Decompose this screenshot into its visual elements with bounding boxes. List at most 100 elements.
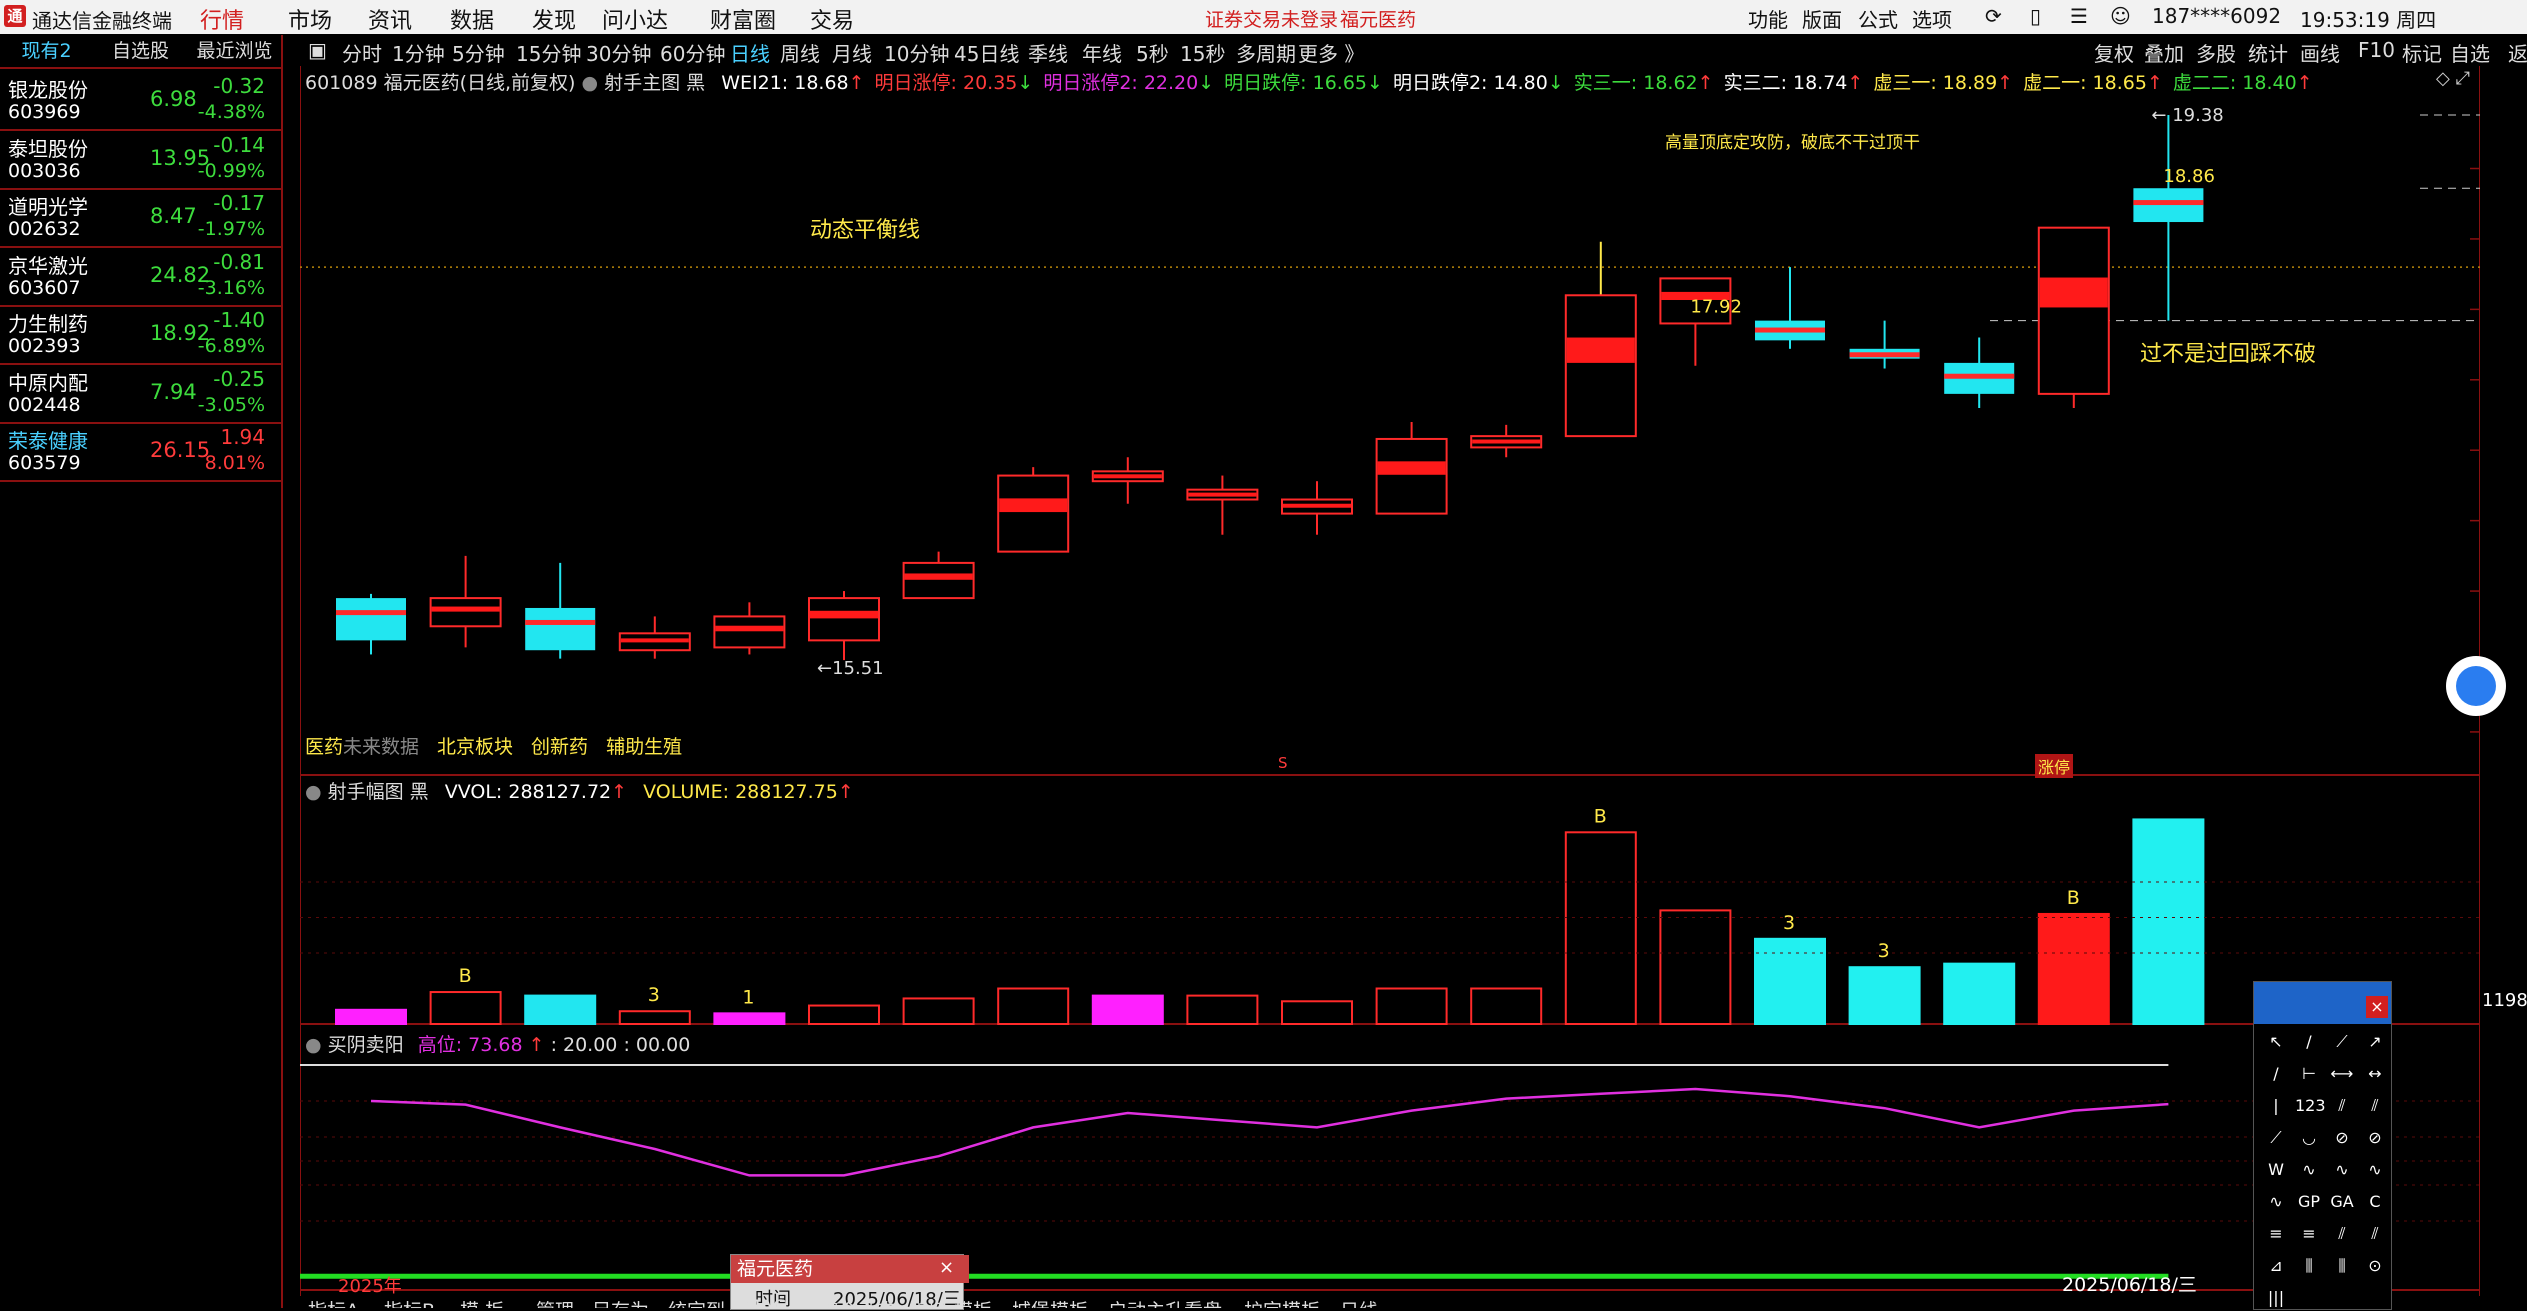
list-item[interactable]: 泰坦股份 003036 13.95 -0.14 -0.99% [0,130,281,190]
menu-item-5[interactable]: 问小达 [602,3,668,35]
period-14[interactable]: 15秒 [1180,38,1225,67]
sector-tag[interactable]: 医药 [305,736,343,758]
bottom-tab-9[interactable]: 城堡模板 [1012,1296,1088,1308]
bottom-tab-3[interactable]: 管理 [536,1296,574,1308]
layout-toggle-icon[interactable]: ▣ [308,38,327,62]
main-indicator-name[interactable]: 射手主图 黑 [604,72,705,94]
draw-tool-icon[interactable]: ∿ [2295,1160,2323,1179]
menu-item-3[interactable]: 数据 [450,3,494,35]
settings-dot-icon[interactable]: ● [305,1034,322,1056]
login-notice[interactable]: 证券交易未登录 [1205,5,1338,32]
watchlist-tab-2[interactable]: 最近浏览 [188,37,281,65]
draw-tool-icon[interactable]: C [2361,1192,2389,1211]
draw-tool-icon[interactable]: / [2262,1064,2290,1083]
bottom-tab-0[interactable]: 指标A [308,1296,359,1308]
top-right-menu-1[interactable]: 版面 [1802,4,1842,33]
period-10[interactable]: 45日线 [954,38,1019,67]
period-0[interactable]: 分时 [342,38,382,67]
draw-tool-icon[interactable]: ⟋ [2262,1128,2290,1148]
list-item[interactable]: 中原内配 002448 7.94 -0.25 -3.05% [0,364,281,424]
toolbar-2[interactable]: 多股 [2196,38,2236,67]
close-icon[interactable]: × [2366,996,2388,1018]
draw-tool-icon[interactable]: ≡ [2262,1224,2290,1243]
list-item[interactable]: 荣泰健康 603579 26.15 1.94 8.01% [0,422,281,482]
bottom-tab-11[interactable]: 护定模板 [1244,1296,1320,1308]
period-6[interactable]: 日线 [730,38,770,67]
chart-expand-icon[interactable]: ◇ ⤢ [2436,68,2470,89]
draw-tool-icon[interactable]: ⫽ [2361,1096,2389,1116]
draw-tool-icon[interactable]: ≡ [2295,1224,2323,1243]
draw-tool-icon[interactable]: ⟋ [2328,1032,2356,1052]
draw-tool-icon[interactable]: ∿ [2262,1192,2290,1211]
toolbar-6[interactable]: 标记 [2402,38,2442,67]
draw-tool-icon[interactable]: ↔ [2361,1064,2389,1083]
watchlist-tab-0[interactable]: 现有2 [0,37,93,65]
toolbar-1[interactable]: 叠加 [2144,38,2184,67]
top-right-menu-2[interactable]: 公式 [1858,4,1898,33]
account-id[interactable]: 187****6092 [2152,4,2281,28]
draw-tool-icon[interactable]: ↗ [2361,1032,2389,1051]
bottom-tab-5[interactable]: 统定到 [668,1296,725,1308]
draw-tool-icon[interactable]: GP [2295,1192,2323,1211]
period-8[interactable]: 月线 [832,38,872,67]
draw-tool-icon[interactable]: ⟷ [2328,1064,2356,1083]
menu-item-0[interactable]: 行情 [200,3,244,35]
close-icon[interactable]: × [939,1257,954,1278]
toolbar-5[interactable]: F10 [2358,38,2395,62]
top-right-menu-0[interactable]: 功能 [1748,4,1788,33]
draw-tool-icon[interactable]: ⊢ [2295,1064,2323,1083]
settings-dot-icon[interactable]: ● [305,781,322,803]
draw-tool-icon[interactable]: ⫼ [2295,1256,2323,1276]
popup-title[interactable]: 福元医药 [731,1255,969,1283]
bottom-tab-12[interactable]: 日线 [1340,1296,1378,1308]
bottom-tab-4[interactable]: 另存为 [592,1296,649,1308]
list-icon[interactable]: ☰ [2070,4,2088,28]
bottom-tab-7[interactable]: 资金动态 [820,1296,896,1308]
draw-tool-icon[interactable]: | [2262,1096,2290,1115]
draw-tool-icon[interactable]: ⫽ [2328,1224,2356,1244]
draw-tool-icon[interactable]: / [2295,1032,2323,1051]
sector-tag[interactable]: 辅助生殖 [606,736,682,758]
kline-chart-area[interactable]: ← 19.38 18.86 17.92 ←15.51 B 3 1 B 3 3 B [300,66,2480,1296]
sector-tag[interactable]: 创新药 [531,736,588,758]
draw-tool-icon[interactable]: ⫽ [2361,1224,2389,1244]
bottom-tab-8[interactable]: 射手模板 [916,1296,992,1308]
toolbar-4[interactable]: 画线 [2300,38,2340,67]
refresh-icon[interactable]: ⟳ [1985,4,2002,28]
list-item[interactable]: 力生制药 002393 18.92 -1.40 -6.89% [0,305,281,365]
volume-indicator-name[interactable]: 射手幅图 黑 [328,781,429,803]
oscillator-name[interactable]: 买阴卖阳 [328,1034,404,1056]
period-2[interactable]: 5分钟 [452,38,505,67]
bottom-tab-2[interactable]: 模 板 [460,1296,504,1308]
draw-tool-icon[interactable]: ∿ [2361,1160,2389,1179]
menu-item-4[interactable]: 发现 [532,3,576,35]
bottom-tab-6[interactable]: MAC [744,1296,786,1308]
menu-item-1[interactable]: 市场 [288,3,332,35]
toolbar-8[interactable]: 返 [2508,38,2527,67]
sector-tag[interactable]: 北京板块 [437,736,513,758]
period-16[interactable]: 更多 》 [1298,38,1364,67]
draw-tool-icon[interactable]: GA [2328,1192,2356,1211]
top-right-menu-3[interactable]: 选项 [1912,4,1952,33]
draw-tool-icon[interactable]: W [2262,1160,2290,1179]
menu-item-2[interactable]: 资讯 [368,3,412,35]
period-1[interactable]: 1分钟 [392,38,445,67]
phone-icon[interactable]: ▯ [2030,4,2041,28]
toolbar-0[interactable]: 复权 [2094,38,2134,67]
period-12[interactable]: 年线 [1082,38,1122,67]
draw-tool-icon[interactable]: ⊙ [2361,1256,2389,1275]
draw-tool-icon[interactable]: ⫽ [2328,1096,2356,1116]
draw-tool-icon[interactable]: ⊘ [2361,1128,2389,1147]
draw-tool-icon[interactable]: ⊿ [2262,1256,2290,1275]
draw-tool-icon[interactable]: ⫼ [2328,1256,2356,1276]
bottom-tab-1[interactable]: 指标B [384,1296,435,1308]
draw-tool-icon[interactable]: ↖ [2262,1032,2290,1051]
draw-tool-icon[interactable]: ∿ [2328,1160,2356,1179]
draw-tool-icon[interactable]: 123 [2295,1096,2326,1115]
draw-tool-icon[interactable]: ⊘ [2328,1128,2356,1147]
assistant-button[interactable] [2446,656,2506,716]
period-7[interactable]: 周线 [780,38,820,67]
draw-tool-icon[interactable]: ◡ [2295,1128,2323,1147]
list-item[interactable]: 京华激光 603607 24.82 -0.81 -3.16% [0,247,281,307]
period-15[interactable]: 多周期 [1236,38,1296,67]
